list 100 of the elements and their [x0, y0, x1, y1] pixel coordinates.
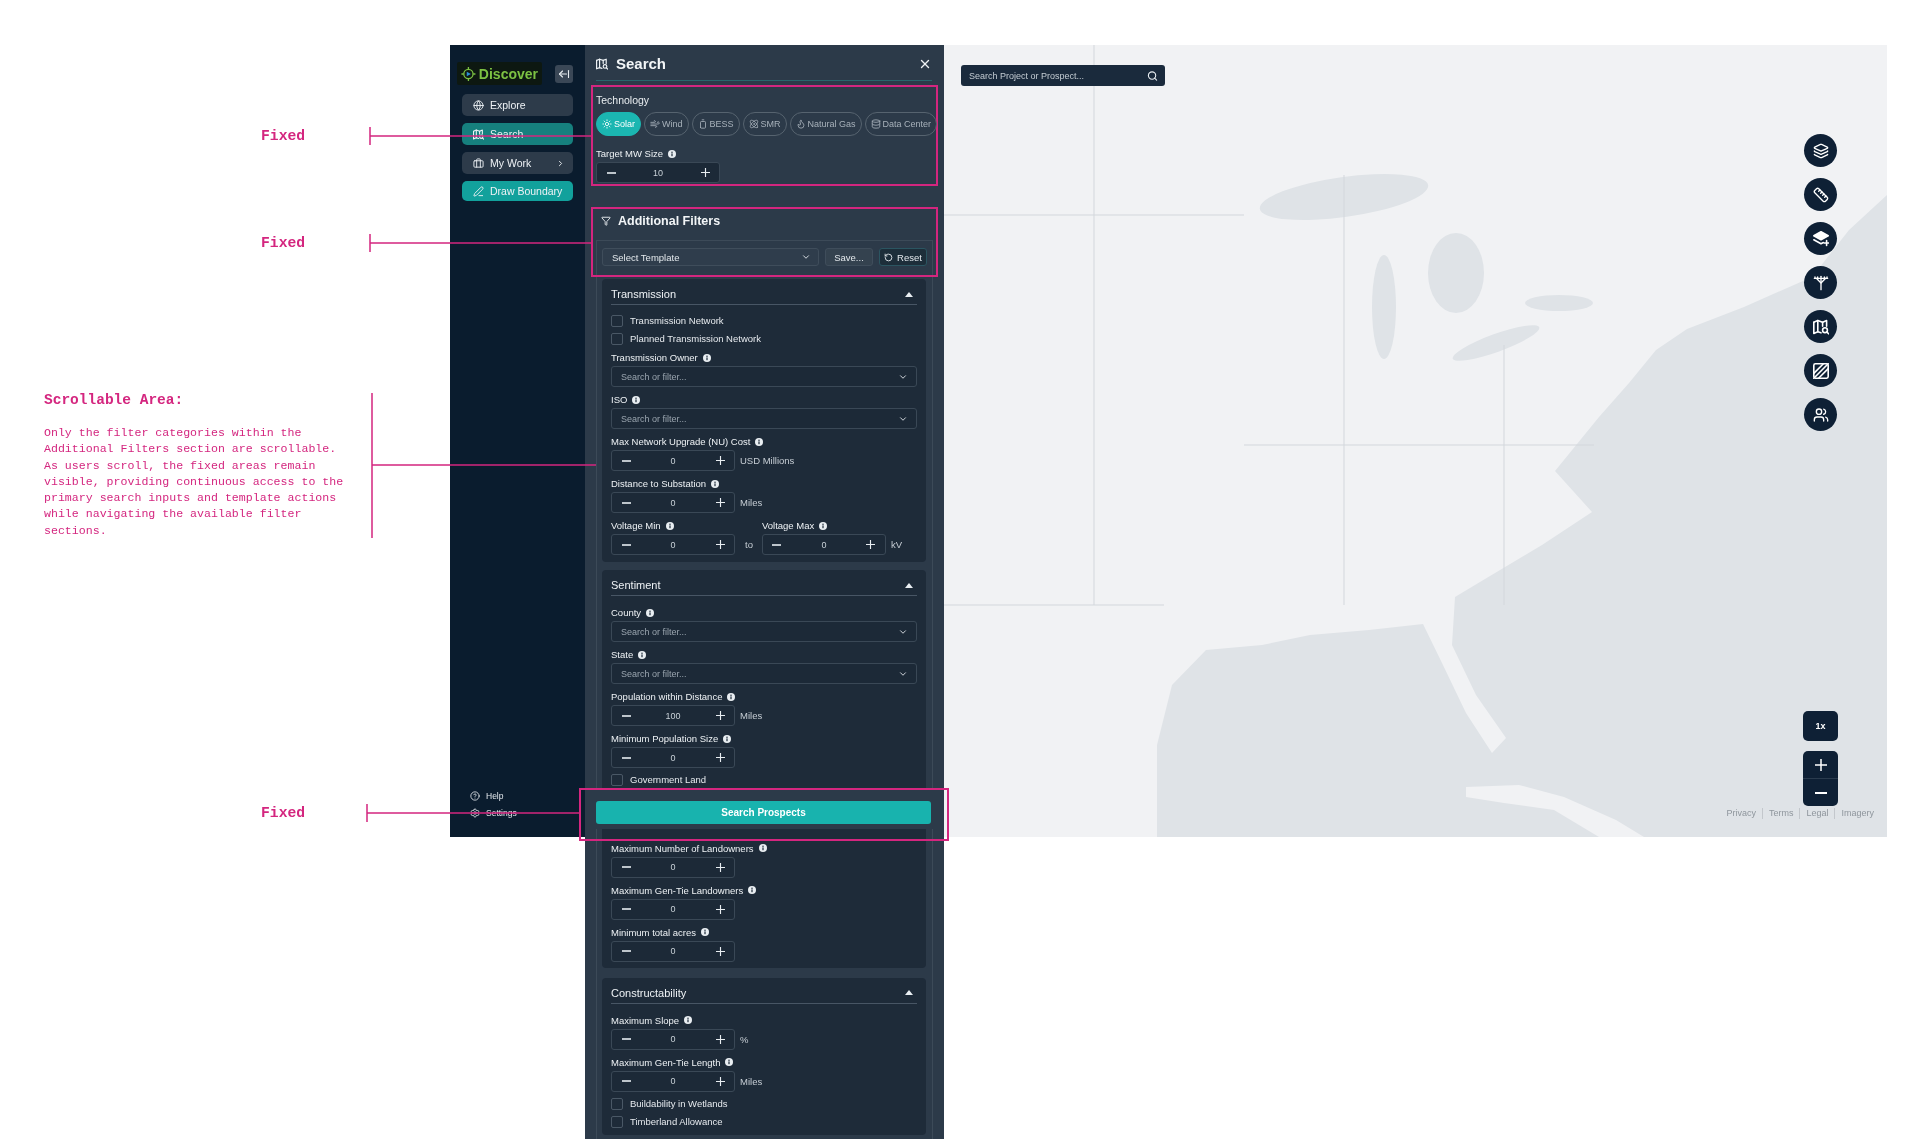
info-icon [711, 479, 720, 488]
plus-icon [715, 946, 725, 956]
caret-up-icon[interactable] [905, 582, 913, 588]
info-icon [668, 149, 677, 158]
number-stepper[interactable]: 0 [611, 898, 735, 920]
save-button[interactable]: Save... [825, 248, 873, 266]
users-icon [1812, 406, 1829, 423]
field-label: Population within Distance [611, 690, 723, 703]
field-label: Transmission Owner [611, 351, 698, 364]
number-input[interactable]: 0 [640, 941, 706, 961]
select-field[interactable]: Search or filter... [611, 663, 917, 684]
number-stepper[interactable]: 0 [611, 940, 735, 962]
field-label: State [611, 648, 634, 661]
checkbox[interactable] [611, 1115, 623, 1128]
checkbox-label: Government Land [630, 774, 707, 786]
info-icon [646, 608, 655, 617]
number-stepper[interactable]: 100 [611, 705, 735, 726]
checkbox-label: Buildability in Wetlands [630, 1097, 728, 1110]
checkbox[interactable] [611, 333, 623, 345]
info-icon [638, 650, 647, 659]
info-icon [723, 734, 732, 743]
help-icon [470, 790, 480, 801]
zoom-level-button[interactable]: 1x [1803, 711, 1838, 741]
callout-text: Only the filter categories within the Additional Filters section are scrollable. As users scroll, the fixed areas remain visible, providing continuous access to the primary search inputs and template actions while navigating the available filter sections. [44, 425, 345, 539]
caret-up-icon[interactable] [905, 291, 913, 297]
field-label: ISO [611, 393, 628, 406]
number-input[interactable]: 0 [640, 748, 706, 767]
arrow-left-bar-icon [558, 67, 570, 80]
minus-icon [1814, 791, 1827, 794]
number-stepper[interactable]: 0 [611, 856, 735, 878]
section-title: Constructability [611, 985, 687, 1000]
plus-icon [715, 711, 725, 720]
number-input[interactable]: 0 [640, 857, 706, 877]
info-icon [725, 1058, 734, 1066]
number-stepper[interactable]: 0 [611, 1028, 735, 1050]
number-input[interactable]: 0 [640, 1071, 706, 1091]
select-field[interactable]: Search or filter... [611, 408, 917, 429]
plus-icon [715, 1076, 725, 1086]
minus-icon [621, 1038, 631, 1040]
number-stepper[interactable]: 10 [596, 162, 720, 183]
help-link[interactable]: Help [462, 787, 504, 804]
atom-icon [748, 119, 759, 129]
unit-label: USD Millions [740, 455, 795, 466]
callout-label: Fixed [261, 127, 306, 145]
minus-icon [772, 543, 782, 546]
filter-icon [601, 216, 611, 226]
callout-label: Fixed [261, 234, 306, 252]
minus-icon [621, 714, 631, 717]
number-stepper[interactable]: 0 [761, 534, 886, 555]
number-stepper[interactable]: 0 [611, 747, 735, 768]
number-input[interactable]: 0 [640, 1029, 706, 1049]
field-label: County [611, 606, 642, 619]
field-label: Distance to Substation [611, 477, 707, 490]
minus-icon [621, 1080, 631, 1082]
unit-label: % [740, 1033, 749, 1045]
field-label: Minimum total acres [611, 925, 696, 939]
ruler-icon [1812, 186, 1829, 203]
chevron-down-icon [801, 252, 811, 262]
caret-up-icon[interactable] [905, 990, 913, 995]
number-input[interactable]: 0 [640, 535, 706, 554]
number-input[interactable]: 0 [640, 451, 706, 470]
number-input[interactable]: 0 [790, 535, 857, 554]
field-label: Maximum Slope [611, 1013, 680, 1027]
info-icon [727, 692, 736, 701]
info-icon [665, 521, 674, 530]
nav-item[interactable]: My Work [462, 152, 573, 174]
minus-icon [621, 756, 631, 759]
reset-button[interactable]: Reset [879, 248, 927, 266]
number-stepper[interactable]: 0 [611, 450, 735, 471]
number-input[interactable]: 0 [640, 493, 706, 512]
select-field[interactable]: Search or filter... [611, 621, 917, 642]
info-icon [748, 886, 757, 894]
number-stepper[interactable]: 0 [611, 534, 735, 555]
nav-item[interactable]: Explore [462, 94, 573, 116]
checkbox[interactable] [611, 315, 623, 327]
number-stepper[interactable]: 0 [611, 1070, 735, 1092]
collapse-button[interactable] [555, 64, 573, 83]
database-icon [870, 119, 881, 129]
callout-title: Scrollable Area: [44, 391, 184, 409]
info-icon [819, 521, 828, 530]
unit-label: Miles [740, 710, 763, 721]
plus-icon [1814, 758, 1827, 771]
number-input[interactable]: 0 [640, 899, 706, 919]
number-stepper[interactable]: 0 [611, 492, 735, 513]
checkbox[interactable] [611, 774, 623, 786]
minus-icon [606, 171, 616, 174]
checkbox[interactable] [611, 1097, 623, 1110]
section-label: Technology [596, 93, 650, 107]
reset-icon [884, 252, 894, 262]
number-input[interactable]: 100 [640, 706, 706, 725]
minus-icon [621, 459, 631, 462]
field-label: Maximum Gen-Tie Landowners [611, 883, 744, 897]
search-field[interactable]: Search Project or Prospect... [961, 65, 1165, 86]
callout-label: Fixed [261, 804, 306, 822]
number-input[interactable]: 10 [625, 163, 691, 182]
briefcase-icon [473, 157, 484, 169]
range-separator: to [745, 538, 753, 552]
select-field[interactable]: Search or filter... [611, 366, 917, 387]
template-select[interactable]: Select Template [602, 248, 819, 266]
plus-icon [715, 456, 725, 465]
